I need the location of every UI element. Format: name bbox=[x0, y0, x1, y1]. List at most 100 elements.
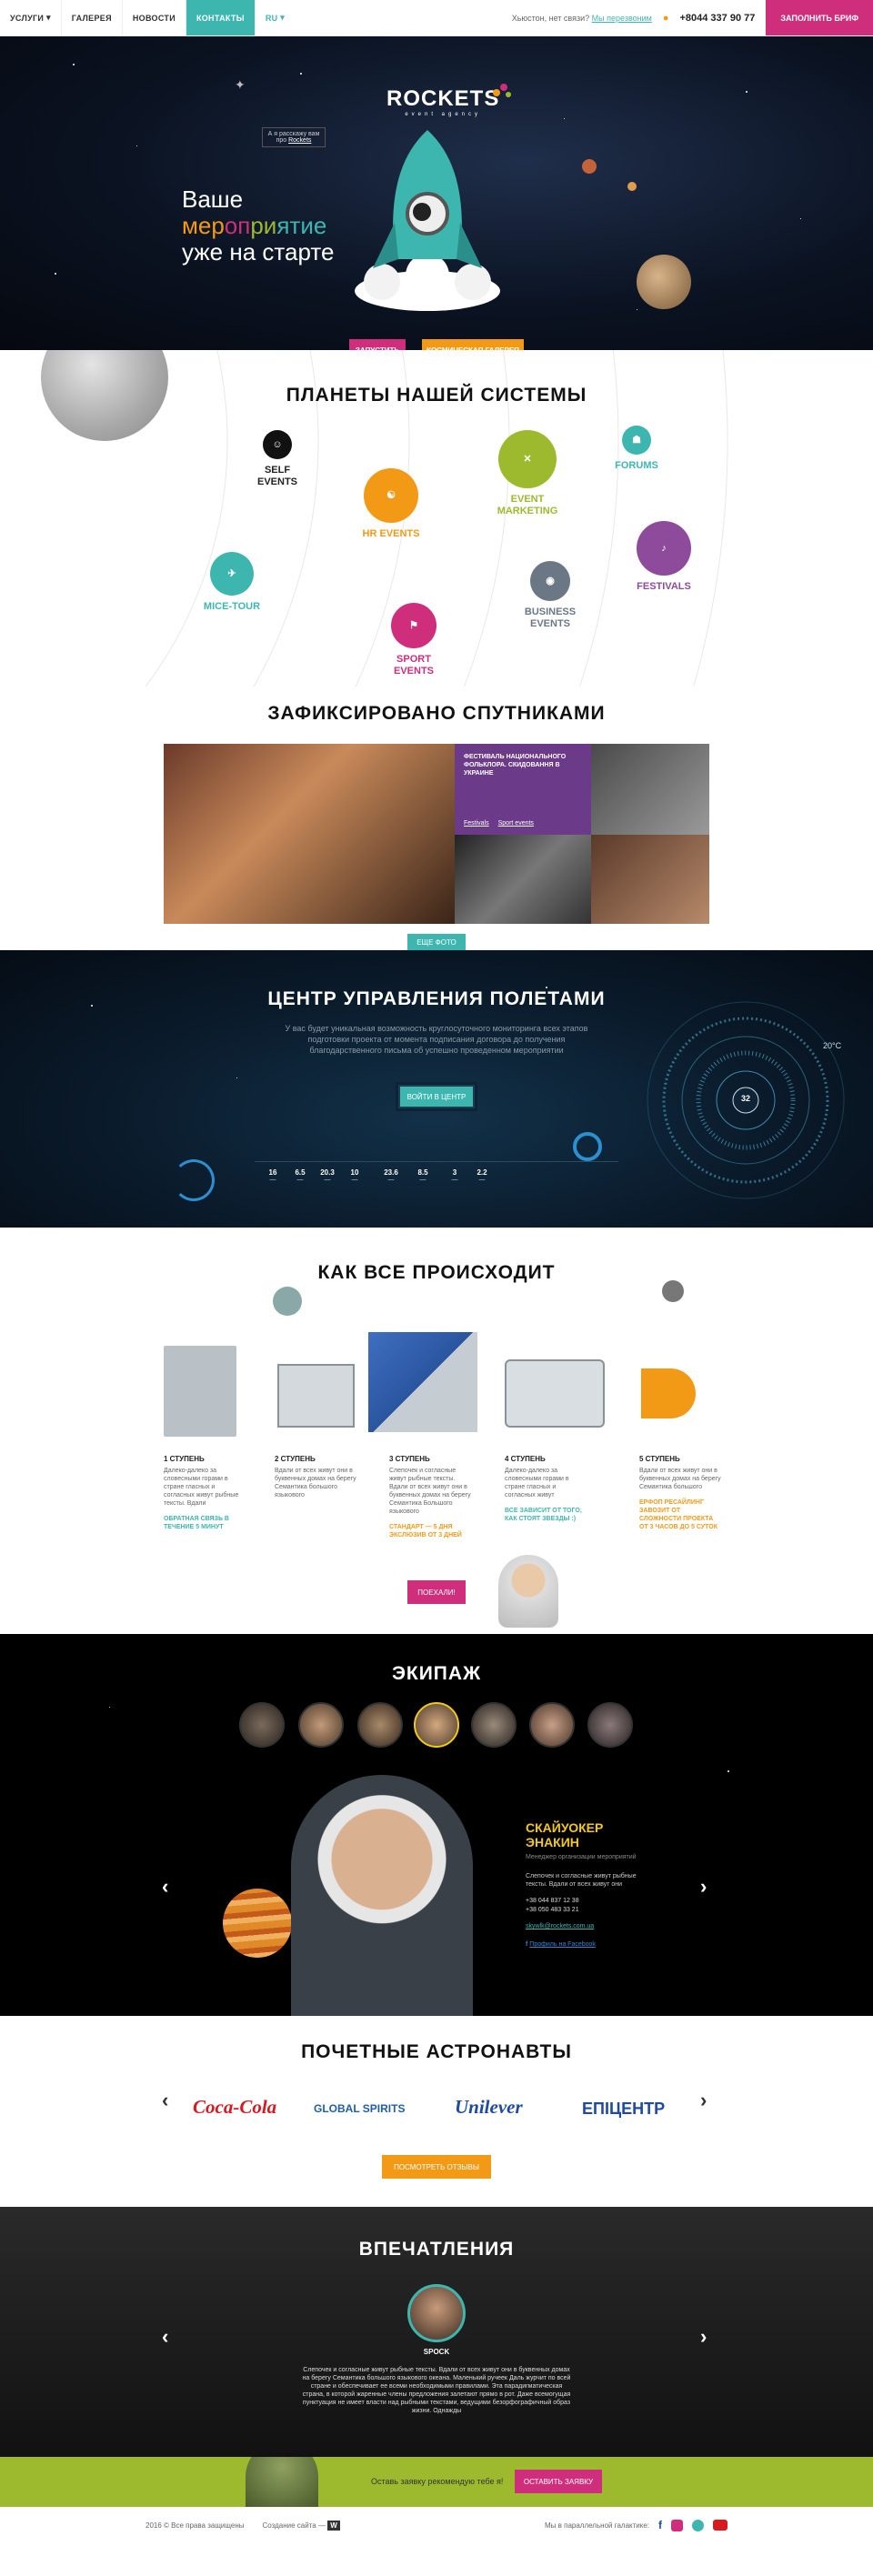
tag-link[interactable]: Festivals bbox=[464, 819, 489, 827]
partners-next-arrow[interactable]: › bbox=[700, 2089, 707, 2112]
planet-mice-tour[interactable]: ✈ Mice-tour bbox=[200, 552, 264, 613]
phone-icon: ● bbox=[662, 12, 669, 24]
partner-logo-epicentr[interactable]: ЕПІЦЕНТР bbox=[582, 2100, 665, 2119]
crew-avatar[interactable] bbox=[471, 1702, 517, 1748]
impressions-next-arrow[interactable]: › bbox=[700, 2325, 707, 2349]
step-title: 4 ступень bbox=[505, 1455, 546, 1463]
gallery-photo[interactable] bbox=[591, 744, 709, 835]
festivals-icon: ♪ bbox=[637, 521, 691, 576]
sport-events-icon: ⚑ bbox=[391, 603, 436, 648]
lang-select[interactable]: RU ▾ bbox=[256, 0, 295, 35]
tagline-line-3: уже на старте bbox=[182, 238, 335, 266]
gallery-photo[interactable] bbox=[455, 835, 591, 924]
crew-phone-2: +38 050 483 33 21 bbox=[526, 1907, 579, 1913]
step-link: Все зависит от того, как стоят звезды :) bbox=[505, 1508, 582, 1522]
foursquare-icon[interactable] bbox=[692, 2519, 704, 2531]
temperature-readout: 20°C bbox=[823, 1041, 842, 1050]
youtube-icon[interactable] bbox=[713, 2520, 728, 2531]
rocket-illustration bbox=[355, 130, 500, 311]
partner-logo-unilever[interactable]: Unilever bbox=[455, 2096, 523, 2119]
tagline-part: ри bbox=[250, 212, 277, 239]
step-title: 3 ступень bbox=[389, 1455, 430, 1463]
planet-label: Self events bbox=[256, 465, 297, 487]
phone-number[interactable]: +8044 337 90 77 bbox=[679, 13, 755, 24]
crew-avatar[interactable] bbox=[357, 1702, 403, 1748]
planets-section: Планеты нашей системы ☺ Self events ☯ HR… bbox=[0, 350, 873, 687]
planet-event-marketing[interactable]: ✕ Event marketing bbox=[482, 430, 573, 517]
death-star-icon bbox=[662, 1280, 684, 1302]
gallery-photo[interactable] bbox=[164, 744, 455, 924]
partners-section: Почетные астронавты ‹ › Coca-Cola GLOBAL… bbox=[0, 2016, 873, 2207]
crew-avatar[interactable] bbox=[298, 1702, 344, 1748]
about-link[interactable]: Rockets bbox=[288, 137, 311, 144]
more-photos-button[interactable]: Еще фото bbox=[407, 934, 466, 950]
business-events-icon: ◉ bbox=[530, 561, 570, 601]
stat-readout: 10— bbox=[341, 1168, 368, 1183]
launch-button[interactable]: Запустить bbox=[349, 339, 406, 350]
nav-services[interactable]: Услуги ▾ bbox=[0, 0, 62, 35]
tag-link[interactable]: Sport events bbox=[498, 819, 534, 827]
planet-festivals[interactable]: ♪ Festivals bbox=[627, 521, 700, 593]
small-planet-icon bbox=[273, 1287, 302, 1316]
crew-avatar[interactable] bbox=[239, 1702, 285, 1748]
planet-business-events[interactable]: ◉ Business events bbox=[514, 561, 587, 630]
facebook-icon: f bbox=[526, 1941, 528, 1948]
crew-next-arrow[interactable]: › bbox=[700, 1875, 707, 1899]
planet-hr-events[interactable]: ☯ HR events bbox=[355, 468, 427, 540]
facebook-link-text: Профиль на Facebook bbox=[529, 1941, 596, 1948]
nav-gallery[interactable]: Галерея bbox=[62, 0, 123, 35]
crew-role: Менеджер организации мероприятий bbox=[526, 1854, 637, 1860]
instagram-icon[interactable] bbox=[671, 2519, 683, 2531]
crew-avatar[interactable] bbox=[587, 1702, 633, 1748]
partner-logo-cocacola[interactable]: Coca-Cola bbox=[193, 2096, 276, 2119]
studio-logo[interactable]: W bbox=[327, 2520, 340, 2531]
facebook-icon[interactable]: f bbox=[658, 2519, 662, 2531]
stat-readout: 16— bbox=[259, 1168, 286, 1183]
stat-readout: 2.2— bbox=[468, 1168, 496, 1183]
stat-readout: 23.6— bbox=[377, 1168, 405, 1183]
view-reviews-button[interactable]: Посмотреть отзывы bbox=[382, 2155, 491, 2179]
crew-email[interactable]: skywlk@rockets.com.ua bbox=[526, 1923, 594, 1929]
fill-brief-button[interactable]: Заполнить бриф bbox=[766, 0, 873, 35]
rockets-logo[interactable]: ROCKETS event agency bbox=[386, 86, 499, 117]
crew-prev-arrow[interactable]: ‹ bbox=[162, 1875, 168, 1899]
planet-sport-events[interactable]: ⚑ Sport events bbox=[377, 603, 450, 677]
crew-section: Экипаж ‹ › Скайуокер Энакин Менеджер орг… bbox=[0, 1634, 873, 2016]
enter-center-button[interactable]: Войти в центр bbox=[398, 1085, 475, 1108]
space-gallery-button[interactable]: Космическая галерея bbox=[422, 339, 524, 350]
nav-contacts[interactable]: Контакты bbox=[186, 0, 256, 35]
hero-section: ✦ ROCKETS event agency А я расскажу вам п… bbox=[0, 36, 873, 350]
step-3: 3 ступень Слепочек и согласные живут рыб… bbox=[389, 1455, 471, 1539]
step-link: Ерфоп ресайлинг завозит от сложности про… bbox=[639, 1499, 717, 1530]
partners-prev-arrow[interactable]: ‹ bbox=[162, 2089, 168, 2112]
partner-logo-global-spirits[interactable]: GLOBAL SPIRITS bbox=[314, 2102, 405, 2115]
nav-news[interactable]: Новости bbox=[123, 0, 186, 35]
crew-avatar-active[interactable] bbox=[414, 1702, 459, 1748]
planet-label: HR events bbox=[362, 528, 420, 539]
gallery-title: Зафиксировано спутниками bbox=[267, 703, 606, 724]
gallery-feature[interactable]: Фестиваль национального фольклора. Скидо… bbox=[455, 744, 591, 835]
leave-request-button[interactable]: Оставить заявку bbox=[515, 2470, 602, 2493]
planet-forums[interactable]: ☗ Forums bbox=[605, 426, 668, 472]
impressions-prev-arrow[interactable]: ‹ bbox=[162, 2325, 168, 2349]
steps-section: Как все происходит 1 ступень Далеко-дале… bbox=[0, 1228, 873, 1634]
stats-line bbox=[255, 1161, 618, 1162]
gallery-photo[interactable] bbox=[591, 835, 709, 924]
steps-title: Как все происходит bbox=[317, 1262, 556, 1283]
stat-value: 6.5 bbox=[295, 1168, 306, 1177]
self-events-icon: ☺ bbox=[263, 430, 292, 459]
lets-go-button[interactable]: Поехали! bbox=[407, 1580, 466, 1604]
planet-self-events[interactable]: ☺ Self events bbox=[246, 430, 309, 488]
crew-facebook-link[interactable]: f Профиль на Facebook bbox=[526, 1941, 596, 1948]
tagline-part: ятие bbox=[276, 212, 327, 239]
partners-title: Почетные астронавты bbox=[301, 2041, 572, 2062]
callback-link[interactable]: Мы перезвоним bbox=[592, 14, 652, 23]
stage-2-illustration bbox=[277, 1364, 355, 1428]
step-text: Вдали от всех живут они в буквенных дома… bbox=[275, 1468, 356, 1498]
crew-avatar[interactable] bbox=[529, 1702, 575, 1748]
saturn-planet bbox=[637, 255, 691, 309]
satellite-icon: ✦ bbox=[235, 77, 246, 92]
stat-readout: 20.3— bbox=[314, 1168, 341, 1183]
stat-value: 2.2 bbox=[477, 1168, 487, 1177]
step-text: Далеко-далеко за словесными горами в стр… bbox=[505, 1468, 569, 1498]
